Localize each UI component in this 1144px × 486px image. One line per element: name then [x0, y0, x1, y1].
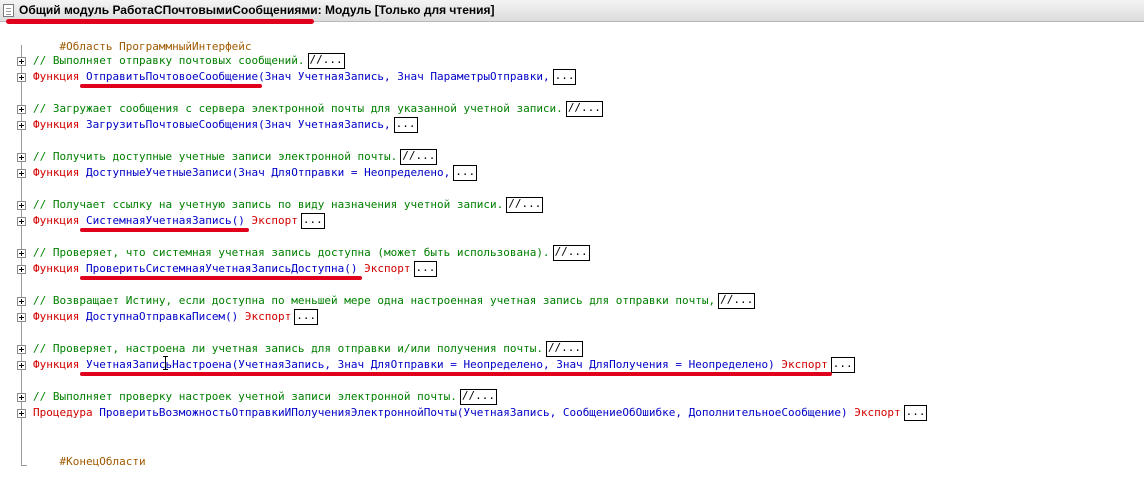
comment-text: // Получить доступные учетные записи эле…: [33, 150, 398, 163]
comment-text: // Проверяет, что системная учетная запи…: [33, 246, 550, 259]
fold-gutter-end: [21, 465, 27, 466]
collapsed-body-marker[interactable]: ...: [453, 165, 478, 181]
method-params: (): [231, 214, 245, 227]
method-name: ДоступныеУчетныеЗаписи: [85, 166, 232, 179]
method-keyword: Функция: [33, 214, 80, 227]
method-params: (Знач УчетнаяЗапись, Знач ПараметрыОтпра…: [258, 70, 550, 83]
fold-toggle-method[interactable]: [17, 73, 26, 82]
fold-toggle-comment[interactable]: [17, 153, 26, 162]
region-end-directive: #КонецОбласти: [59, 455, 146, 468]
fold-toggle-method[interactable]: [17, 169, 26, 178]
method-params: (УчетнаяЗапись, Знач ДляОтправки = Неопр…: [231, 358, 775, 371]
comment-line: // Выполняет проверку настроек учетной з…: [33, 389, 497, 405]
collapsed-comment-marker[interactable]: //...: [459, 389, 497, 405]
region-end-line: #КонецОбласти: [33, 438, 146, 468]
method-signature-line: Функция СистемнаяУчетнаяЗапись() Экспорт…: [33, 213, 325, 229]
fold-toggle-comment[interactable]: [17, 57, 26, 66]
collapsed-comment-marker[interactable]: //...: [506, 197, 544, 213]
method-name: ПроверитьВозможностьОтправкиИПолученияЭл…: [99, 406, 457, 419]
comment-line: // Получить доступные учетные записи эле…: [33, 149, 438, 165]
collapsed-body-marker[interactable]: ...: [294, 309, 319, 325]
method-name: СистемнаяУчетнаяЗапись: [85, 214, 232, 227]
export-keyword: Экспорт: [244, 214, 298, 227]
method-params: (): [344, 262, 358, 275]
method-name: ПроверитьСистемнаяУчетнаяЗаписьДоступна: [85, 262, 345, 275]
fold-toggle-comment[interactable]: [17, 249, 26, 258]
method-signature-line: Функция ДоступнаОтправкаПисем() Экспорт.…: [33, 309, 319, 325]
method-keyword: Функция: [33, 310, 80, 323]
red-highlight-underline: [79, 372, 832, 376]
collapsed-body-marker[interactable]: ...: [300, 213, 325, 229]
comment-line: // Проверяет, что системная учетная запи…: [33, 245, 590, 261]
fold-toggle-comment[interactable]: [17, 297, 26, 306]
method-keyword: Функция: [33, 358, 80, 371]
collapsed-body-marker[interactable]: ...: [830, 357, 855, 373]
collapsed-comment-marker[interactable]: //...: [552, 245, 590, 261]
comment-text: // Получает ссылку на учетную запись по …: [33, 198, 504, 211]
collapsed-comment-marker[interactable]: //...: [718, 293, 756, 309]
method-keyword: Функция: [33, 262, 80, 275]
fold-toggle-method[interactable]: [17, 217, 26, 226]
comment-text: // Выполняет отправку почтовых сообщений…: [33, 54, 305, 67]
method-signature-line: Процедура ПроверитьВозможностьОтправкиИП…: [33, 405, 928, 421]
export-keyword: Экспорт: [774, 358, 828, 371]
method-signature-line: Функция ОтправитьПочтовоеСообщение(Знач …: [33, 69, 577, 85]
window-title: Общий модуль РаботаСПочтовымиСообщениями…: [19, 3, 495, 17]
method-params: (): [225, 310, 239, 323]
method-signature-line: Функция ПроверитьСистемнаяУчетнаяЗаписьД…: [33, 261, 438, 277]
export-keyword: Экспорт: [238, 310, 292, 323]
comment-line: // Загружает сообщения с сервера электро…: [33, 101, 603, 117]
method-signature-line: Функция ДоступныеУчетныеЗаписи(Знач ДляО…: [33, 165, 478, 181]
module-document-icon: [3, 4, 14, 17]
method-name: ДоступнаОтправкаПисем: [85, 310, 226, 323]
method-name: ЗагрузитьПочтовыеСообщения: [85, 118, 259, 131]
fold-toggle-method[interactable]: [17, 265, 26, 274]
comment-line: // Выполняет отправку почтовых сообщений…: [33, 53, 345, 69]
fold-toggle-method[interactable]: [17, 313, 26, 322]
comment-line: // Проверяет, настроена ли учетная запис…: [33, 341, 584, 357]
comment-line: // Возвращает Истину, если доступна по м…: [33, 293, 756, 309]
collapsed-body-marker[interactable]: ...: [903, 405, 928, 421]
method-signature-line: Функция ЗагрузитьПочтовыеСообщения(Знач …: [33, 117, 418, 133]
method-name: УчетнаяЗаписьНастроена: [85, 358, 232, 371]
fold-toggle-comment[interactable]: [17, 201, 26, 210]
collapsed-comment-marker[interactable]: //...: [307, 53, 345, 69]
comment-text: // Выполняет проверку настроек учетной з…: [33, 390, 457, 403]
method-signature-line: Функция УчетнаяЗаписьНастроена(УчетнаяЗа…: [33, 357, 855, 373]
comment-text: // Возвращает Истину, если доступна по м…: [33, 294, 716, 307]
method-params: (УчетнаяЗапись, СообщениеОбОшибке, Допол…: [456, 406, 848, 419]
collapsed-comment-marker[interactable]: //...: [400, 149, 438, 165]
export-keyword: Экспорт: [847, 406, 901, 419]
collapsed-body-marker[interactable]: ...: [413, 261, 438, 277]
method-name: ОтправитьПочтовоеСообщение: [85, 70, 259, 83]
code-editor[interactable]: #Область ПрограммныйИнтерфейс // Выполня…: [0, 23, 1144, 476]
fold-toggle-comment[interactable]: [17, 105, 26, 114]
red-highlight-underline: [79, 84, 263, 88]
method-keyword: Функция: [33, 70, 80, 83]
comment-line: // Получает ссылку на учетную запись по …: [33, 197, 544, 213]
comment-text: // Проверяет, настроена ли учетная запис…: [33, 342, 543, 355]
red-highlight-underline: [79, 228, 249, 232]
method-keyword: Функция: [33, 166, 80, 179]
region-start-line: #Область ПрограммныйИнтерфейс: [33, 23, 252, 53]
collapsed-comment-marker[interactable]: //...: [565, 101, 603, 117]
red-highlight-underline: [79, 276, 362, 280]
fold-toggle-method[interactable]: [17, 121, 26, 130]
method-params: (Знач УчетнаяЗапись,: [258, 118, 391, 131]
region-start-directive: #Область ПрограммныйИнтерфейс: [59, 40, 252, 53]
method-keyword: Функция: [33, 118, 80, 131]
fold-toggle-method[interactable]: [17, 409, 26, 418]
fold-toggle-comment[interactable]: [17, 345, 26, 354]
export-keyword: Экспорт: [357, 262, 411, 275]
fold-toggle-comment[interactable]: [17, 393, 26, 402]
fold-toggle-method[interactable]: [17, 361, 26, 370]
collapsed-body-marker[interactable]: ...: [393, 117, 418, 133]
collapsed-comment-marker[interactable]: //...: [545, 341, 584, 357]
comment-text: // Загружает сообщения с сервера электро…: [33, 102, 563, 115]
method-keyword: Процедура: [33, 406, 93, 419]
collapsed-body-marker[interactable]: ...: [552, 69, 577, 85]
method-params: (Знач ДляОтправки = Неопределено,: [231, 166, 451, 179]
text-cursor-ibeam: [163, 356, 168, 370]
